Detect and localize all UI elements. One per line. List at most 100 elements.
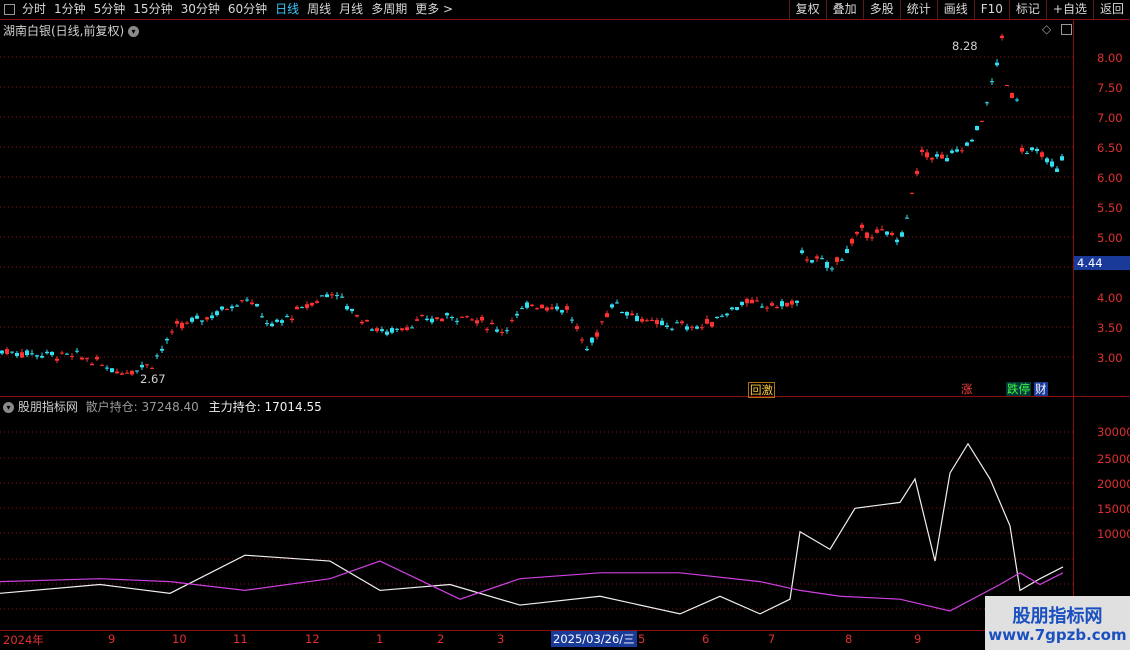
candle-body (405, 327, 409, 331)
candle-body (135, 370, 139, 372)
candle-body (395, 328, 399, 330)
candle-body (435, 317, 439, 320)
candle-body (315, 301, 319, 303)
candle-body (860, 224, 864, 228)
candle-body (895, 239, 899, 243)
candle-body (15, 353, 19, 357)
candle-body (650, 320, 654, 322)
candle-body (955, 149, 959, 152)
candle-body (1035, 148, 1039, 152)
candle-body (825, 262, 829, 268)
candle-body (10, 351, 14, 353)
candle-body (370, 329, 374, 331)
candle-body (835, 257, 839, 262)
candle-body (785, 302, 789, 307)
candle-body (640, 318, 644, 322)
candle-body (85, 358, 89, 360)
candle-body (140, 364, 144, 368)
candle-body (660, 320, 664, 326)
candle-body (870, 237, 874, 239)
candle-body (1040, 152, 1044, 157)
candle-body (985, 102, 989, 104)
candle-body (375, 328, 379, 332)
candle-body (505, 330, 509, 332)
candle-body (5, 349, 9, 354)
candle-body (815, 256, 819, 259)
candle-body (360, 321, 364, 324)
candle-body (1050, 161, 1054, 167)
candle-body (380, 329, 384, 332)
candle-body (345, 306, 349, 310)
candle-body (170, 331, 174, 333)
candle-body (145, 364, 149, 366)
candle-body (165, 338, 169, 341)
candle-body (980, 120, 984, 122)
candle-body (795, 300, 799, 303)
candle-body (645, 320, 649, 322)
candle-body (255, 303, 259, 307)
candle-body (500, 331, 504, 333)
candle-body (295, 306, 299, 310)
candle-body (830, 268, 834, 270)
candle-body (35, 355, 39, 357)
candle-body (755, 300, 759, 302)
candle-body (695, 326, 699, 329)
candle-body (250, 302, 254, 305)
candle-body (265, 323, 269, 325)
candle-body (800, 250, 804, 254)
candle-body (900, 232, 904, 237)
candle-body (565, 306, 569, 310)
candle-body (715, 316, 719, 318)
candle-body (620, 311, 624, 313)
candle-body (325, 294, 329, 298)
candle-body (630, 313, 634, 316)
candle-body (845, 248, 849, 254)
candle-body (305, 304, 309, 308)
candle-body (285, 316, 289, 318)
candle-body (450, 317, 454, 319)
candle-body (155, 355, 159, 357)
candle-body (600, 321, 604, 323)
candle-body (220, 306, 224, 310)
candle-body (60, 352, 64, 354)
candle-body (200, 320, 204, 322)
candle-body (470, 319, 474, 321)
candle-body (775, 306, 779, 309)
candle-body (175, 321, 179, 324)
candle-body (180, 322, 184, 329)
candle-body (310, 302, 314, 306)
candle-body (30, 353, 34, 355)
candle-body (225, 309, 229, 311)
candle-body (440, 318, 444, 322)
candle-body (995, 62, 999, 66)
candle-body (330, 294, 334, 296)
candle-body (560, 310, 564, 313)
candle-body (150, 367, 154, 369)
candle-body (810, 260, 814, 263)
candle-body (750, 299, 754, 304)
candle-body (940, 154, 944, 159)
candle-body (50, 351, 54, 356)
candle-body (535, 308, 539, 310)
candle-body (415, 319, 419, 321)
chart-canvas[interactable] (0, 0, 1130, 650)
candle-body (40, 355, 44, 358)
candle-body (990, 81, 994, 83)
candle-body (575, 326, 579, 330)
candle-body (130, 370, 134, 375)
candle-body (240, 300, 244, 302)
candle-body (510, 320, 514, 322)
candle-body (190, 317, 194, 322)
candle-body (340, 296, 344, 298)
candle-body (930, 157, 934, 160)
candle-body (525, 302, 529, 308)
candle-body (740, 301, 744, 305)
candle-body (480, 316, 484, 321)
candle-body (490, 322, 494, 325)
candle-body (925, 152, 929, 158)
candle-body (530, 304, 534, 306)
candle-body (485, 328, 489, 331)
candle-body (590, 337, 594, 343)
candle-body (545, 307, 549, 311)
candle-body (460, 316, 464, 318)
